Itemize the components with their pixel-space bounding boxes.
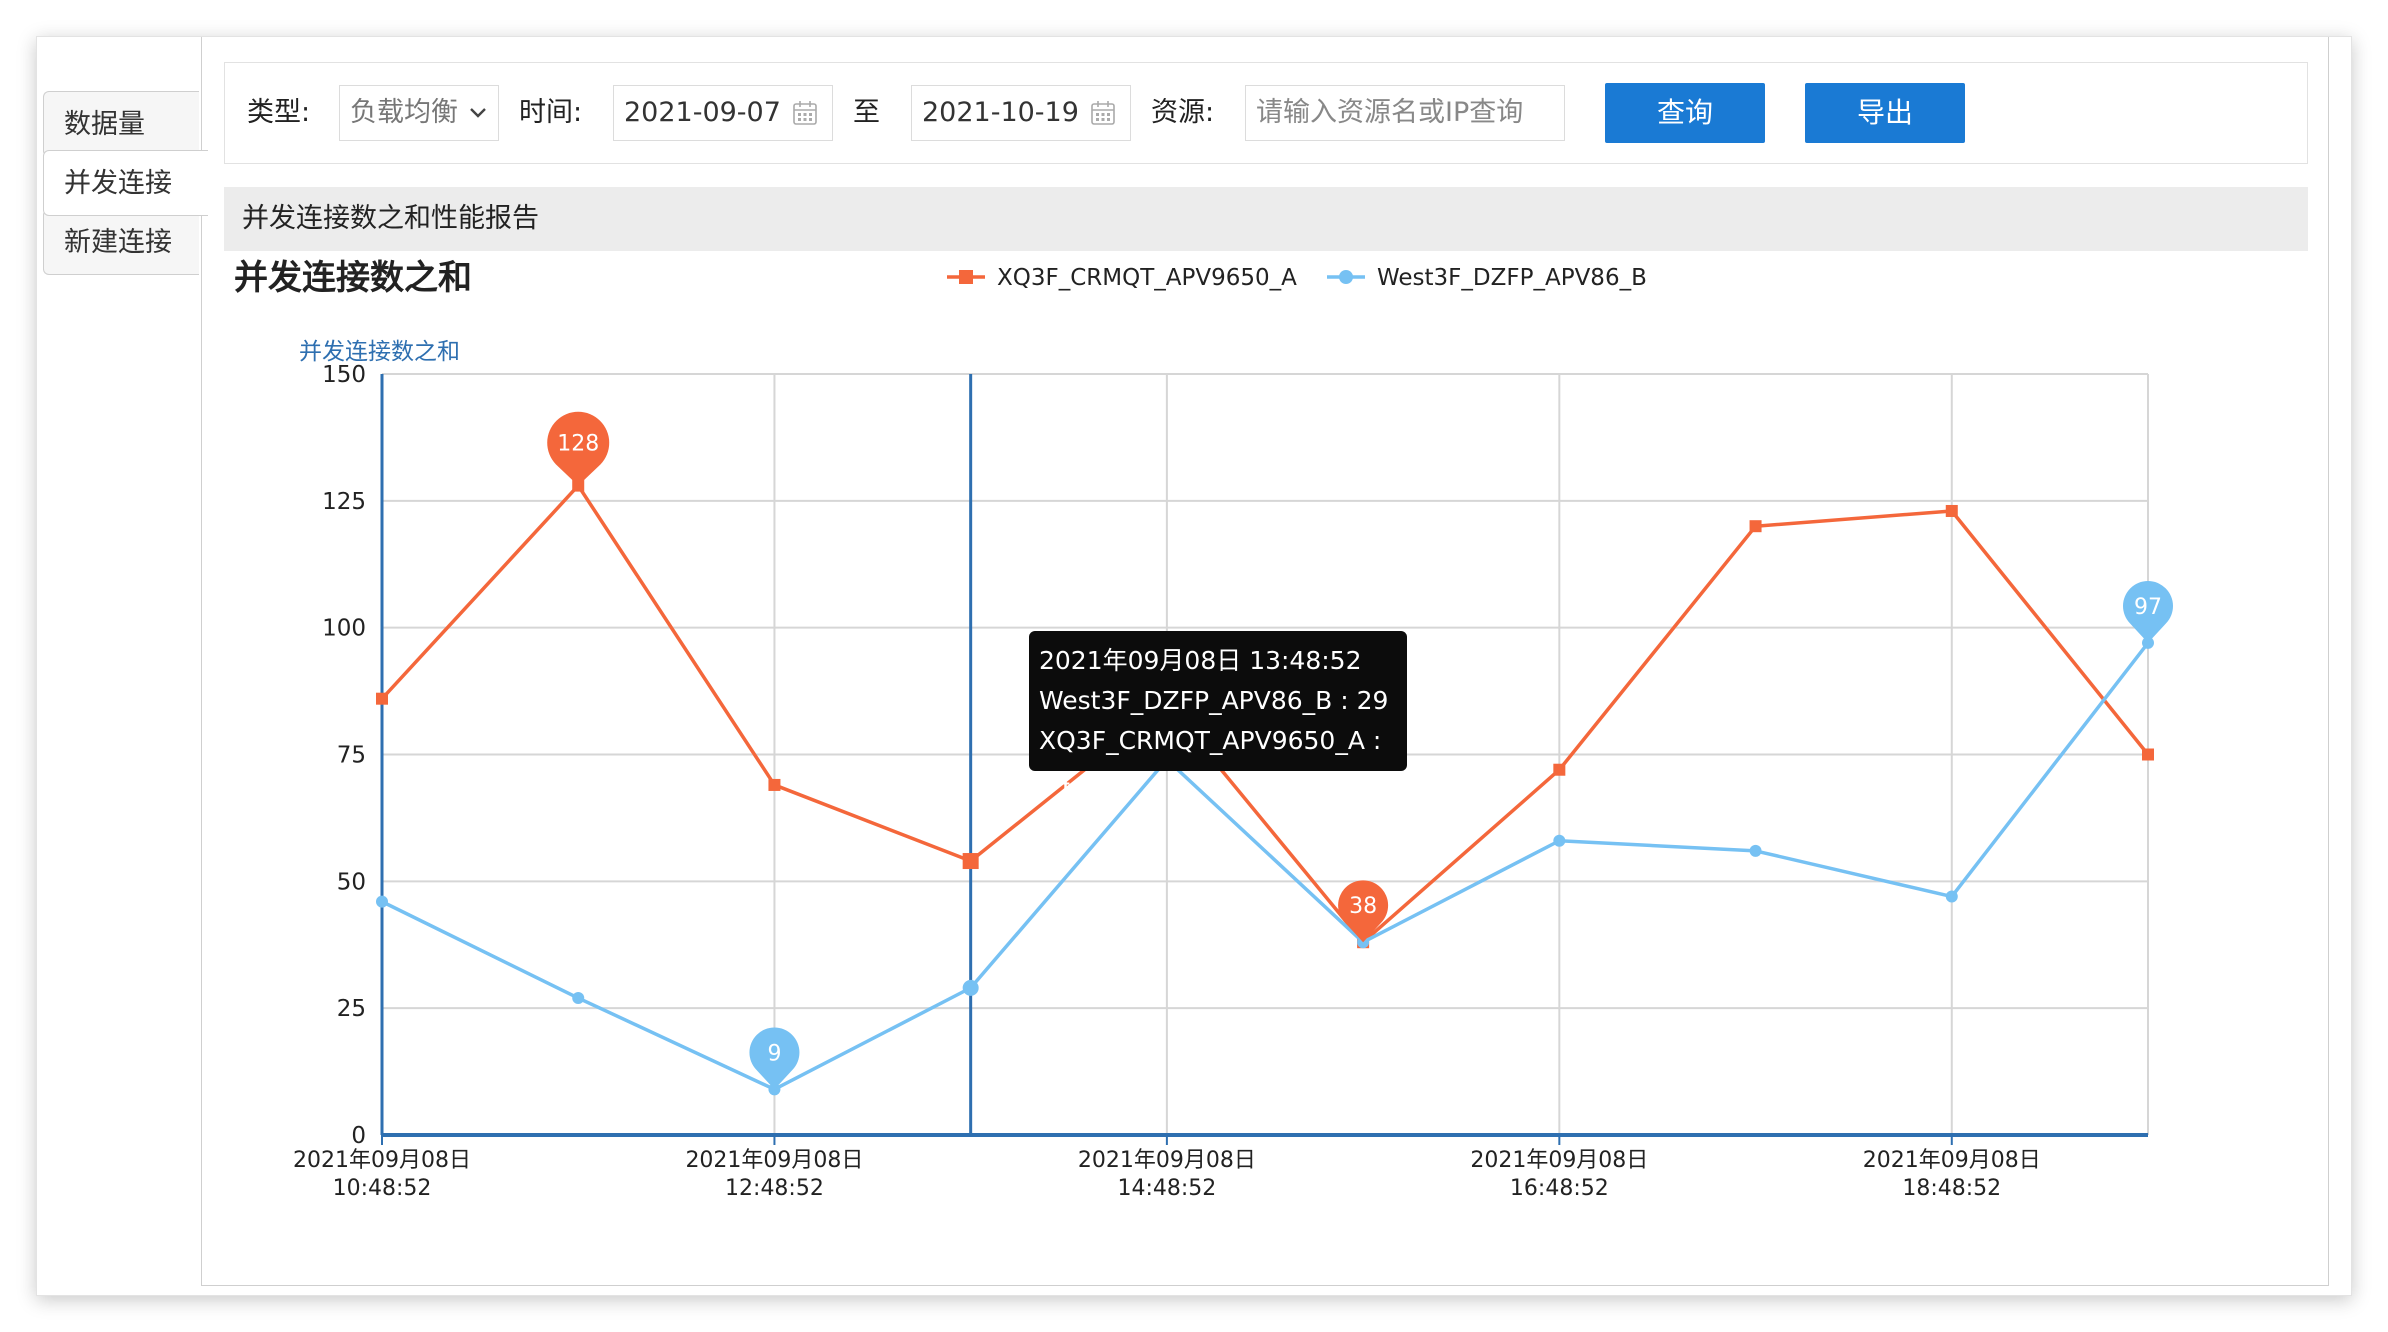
x-tick-time: 16:48:52	[1510, 1176, 1609, 1201]
y-tick-label: 100	[322, 616, 366, 642]
pin-marker-label: 97	[2134, 595, 2162, 620]
tooltip-time: 2021年09月08日 13:48:52	[1039, 646, 1362, 675]
tooltip-line-a: XQ3F_CRMQT_APV9650_A : 54	[1039, 726, 1382, 795]
y-tick-label: 50	[337, 869, 366, 895]
data-point-b	[376, 895, 388, 908]
y-tick-label: 75	[337, 743, 366, 769]
legend-marker-a	[959, 270, 973, 284]
x-tick-date: 2021年09月08日	[293, 1148, 471, 1173]
legend-label-b: West3F_DZFP_APV86_B	[1377, 265, 1647, 291]
hover-point-b	[962, 979, 979, 996]
y-tick-label: 150	[322, 362, 366, 388]
legend-marker-b	[1339, 270, 1353, 284]
x-tick-date: 2021年09月08日	[1470, 1148, 1648, 1173]
data-point-a	[1749, 520, 1762, 533]
x-tick-time: 14:48:52	[1117, 1176, 1216, 1201]
data-point-b	[572, 992, 585, 1005]
x-tick-date: 2021年09月08日	[1863, 1148, 2041, 1173]
y-tick-label: 125	[322, 489, 366, 515]
pin-marker-label: 38	[1349, 894, 1377, 919]
data-point-a	[1553, 763, 1566, 776]
x-tick-date: 2021年09月08日	[1078, 1148, 1256, 1173]
hover-point-a	[962, 853, 979, 870]
data-point-b	[1553, 834, 1566, 847]
data-point-b	[1749, 844, 1762, 857]
legend-label-a: XQ3F_CRMQT_APV9650_A	[997, 265, 1297, 291]
x-tick-time: 18:48:52	[1902, 1176, 2001, 1201]
data-point-a	[2142, 748, 2154, 761]
pin-marker-label: 128	[557, 432, 599, 457]
x-tick-time: 12:48:52	[725, 1176, 824, 1201]
tooltip-line-b: West3F_DZFP_APV86_B : 29	[1039, 686, 1389, 715]
pin-marker-label: 9	[767, 1041, 781, 1066]
y-tick-label: 25	[337, 996, 366, 1022]
chart-title: 并发连接数之和	[234, 258, 472, 298]
x-tick-date: 2021年09月08日	[685, 1148, 863, 1173]
x-tick-time: 10:48:52	[333, 1176, 432, 1201]
data-point-b	[1945, 890, 1958, 903]
sidebar-tab-concurrent-connections[interactable]: 并发连接	[43, 150, 208, 216]
data-point-a	[1945, 504, 1958, 517]
data-point-a	[768, 778, 781, 791]
data-point-a	[376, 692, 388, 705]
app-window: 数据量 并发连接 新建连接 类型: 负载均衡 时间: 2021-09-07 至 …	[36, 36, 2352, 1296]
chart-tooltip: 2021年09月08日 13:48:52 West3F_DZFP_APV86_B…	[1029, 631, 1407, 795]
y-tick-label: 0	[351, 1123, 366, 1149]
